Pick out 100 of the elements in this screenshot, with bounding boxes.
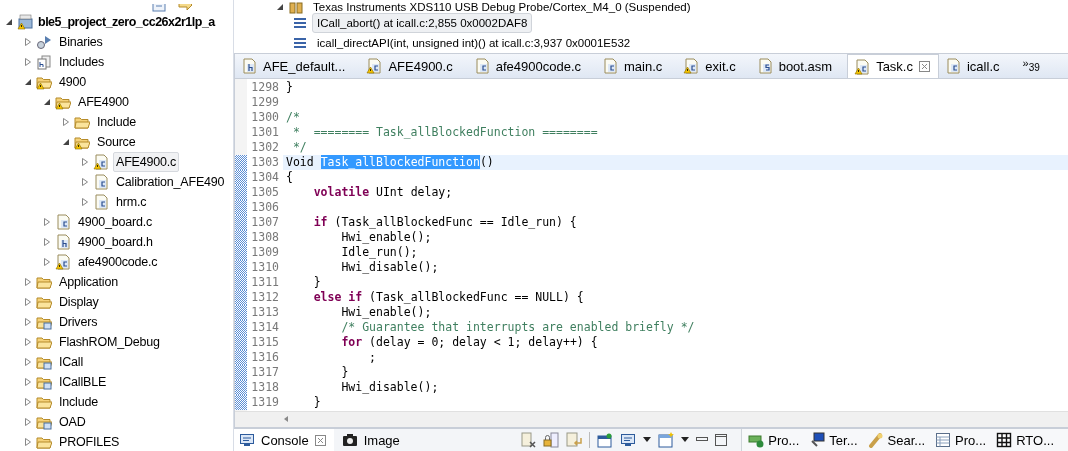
view-shortcut[interactable]: Ter... (809, 432, 858, 448)
view-shortcut[interactable]: Pro... (748, 432, 800, 448)
tree-item[interactable]: Application (56, 272, 121, 292)
stack-frame[interactable]: ICall_abort() at icall.c:2,855 0x0002DAF8 (312, 13, 533, 33)
line-number: 1315 (250, 335, 279, 350)
expand-arrow-icon[interactable] (43, 238, 51, 246)
grid-icon (996, 432, 1013, 448)
expand-arrow-icon[interactable] (62, 118, 70, 126)
collapse-arrow-icon[interactable] (62, 138, 70, 146)
new-console-icon[interactable] (658, 432, 675, 448)
dropdown-caret-icon[interactable] (643, 437, 652, 443)
view-shortcut[interactable]: Pro... (935, 432, 987, 448)
properties-icon (935, 432, 952, 448)
expand-arrow-icon[interactable] (24, 38, 32, 46)
expand-arrow-icon[interactable] (81, 198, 89, 206)
collapse-arrow-icon[interactable] (24, 78, 32, 86)
code-line: { (285, 170, 294, 185)
folder-icon (36, 294, 52, 310)
expand-arrow-icon[interactable] (24, 358, 32, 366)
line-number: 1319 (250, 395, 279, 410)
editor-tab[interactable]: exit.c (677, 54, 751, 78)
tree-item[interactable]: ble5_project_zero_cc26x2r1lp_a (37, 13, 216, 31)
expand-arrow-icon[interactable] (24, 418, 32, 426)
code-line: } (312, 395, 322, 410)
editor-tab[interactable]: main.c (596, 54, 678, 78)
expand-arrow-icon[interactable] (24, 398, 32, 406)
collapse-arrow-icon[interactable] (43, 98, 51, 106)
expand-arrow-icon[interactable] (24, 438, 32, 446)
view-shortcut[interactable]: Sear... (867, 432, 926, 448)
linked-folder-icon (36, 414, 52, 430)
code-line: volatile UInt delay; (312, 185, 454, 200)
line-number: 1316 (250, 350, 279, 365)
maximize-icon[interactable] (715, 434, 728, 446)
terminal-icon (809, 432, 826, 448)
tree-item[interactable]: 4900_board.c (75, 212, 156, 232)
code-line: } (340, 365, 350, 380)
view-tab[interactable]: Image (333, 429, 408, 451)
code-line: else if (Task_allBlockedFunc == NULL) { (312, 290, 585, 305)
line-number: 1313 (250, 305, 279, 320)
debug-probe-icon (288, 0, 304, 15)
line-number: 1307 (250, 215, 279, 230)
collapse-arrow-icon[interactable] (276, 2, 284, 11)
line-number: 1317 (250, 365, 279, 380)
collapse-arrow-icon[interactable] (5, 18, 13, 26)
collapse-all-icon[interactable] (151, 4, 167, 12)
header-file-icon (241, 58, 257, 74)
clear-console-icon[interactable] (520, 432, 537, 448)
tree-item[interactable]: Include (94, 112, 139, 132)
editor-tab[interactable]: afe4900code.c (467, 54, 596, 78)
tree-item[interactable]: Include (56, 392, 101, 412)
more-tabs-button[interactable]: »39 (1014, 54, 1040, 78)
expand-arrow-icon[interactable] (81, 178, 89, 186)
expand-arrow-icon[interactable] (24, 298, 32, 306)
editor-tab[interactable]: icall.c (939, 54, 1015, 78)
tree-item[interactable]: 4900_board.h (75, 232, 156, 252)
tree-item[interactable]: ICallBLE (56, 372, 110, 392)
editor-tab[interactable]: boot.asm (750, 54, 848, 78)
expand-arrow-icon[interactable] (81, 158, 89, 166)
search-icon (867, 432, 884, 448)
view-shortcut[interactable]: RTO... (996, 432, 1054, 448)
code-line: /* Guarantee that interrupts are enabled briefly */ (340, 320, 696, 335)
editor-tab[interactable]: Task.c (847, 54, 939, 78)
expand-arrow-icon[interactable] (43, 218, 51, 226)
expand-arrow-icon[interactable] (24, 58, 32, 66)
progress-icon (748, 432, 765, 448)
tree-item[interactable]: AFE4900 (75, 92, 132, 112)
expand-arrow-icon[interactable] (24, 338, 32, 346)
dropdown-caret-icon[interactable] (681, 437, 690, 443)
expand-arrow-icon[interactable] (24, 378, 32, 386)
tree-item[interactable]: Calibration_AFE490 (113, 172, 228, 192)
code-line: */ (291, 140, 308, 155)
expand-arrow-icon[interactable] (24, 278, 32, 286)
tree-item[interactable]: Includes (56, 52, 107, 72)
view-tab[interactable]: Console (231, 429, 334, 451)
editor-tab[interactable]: AFE4900.c (360, 54, 468, 78)
code-line: if (Task_allBlockedFunc == Idle_run) { (312, 215, 578, 230)
expand-arrow-icon[interactable] (24, 318, 32, 326)
folder-icon (74, 114, 90, 130)
tree-item[interactable]: AFE4900.c (113, 152, 180, 172)
tree-item[interactable]: Drivers (56, 312, 101, 332)
expand-arrow-icon[interactable] (43, 258, 51, 266)
tree-item[interactable]: Display (56, 292, 102, 312)
tree-item[interactable]: afe4900code.c (75, 252, 161, 272)
editor-tab[interactable]: AFE_default... (235, 54, 361, 78)
tree-item[interactable]: FlashROM_Debug (56, 332, 163, 352)
close-icon[interactable] (919, 61, 930, 72)
tree-item[interactable]: OAD (56, 412, 89, 432)
horizontal-scrollbar[interactable] (235, 411, 1068, 427)
tree-item[interactable]: 4900 (56, 72, 89, 92)
scroll-lock-icon[interactable] (543, 432, 560, 448)
close-icon[interactable] (314, 434, 326, 446)
tree-item[interactable]: hrm.c (113, 192, 150, 212)
tree-item[interactable]: ICall (56, 352, 86, 372)
tree-item[interactable]: Binaries (56, 32, 106, 52)
code-line: for (delay = 0; delay < 1; delay++) { (340, 335, 599, 350)
tree-item[interactable]: PROFILES (56, 432, 123, 451)
line-number: 1300 (250, 110, 279, 125)
tree-item[interactable]: Source (94, 132, 139, 152)
word-wrap-icon[interactable] (566, 432, 583, 448)
stack-frame[interactable]: icall_directAPI(int, unsigned int)() at icall.c:3,937 0x0001E532 (312, 33, 636, 53)
